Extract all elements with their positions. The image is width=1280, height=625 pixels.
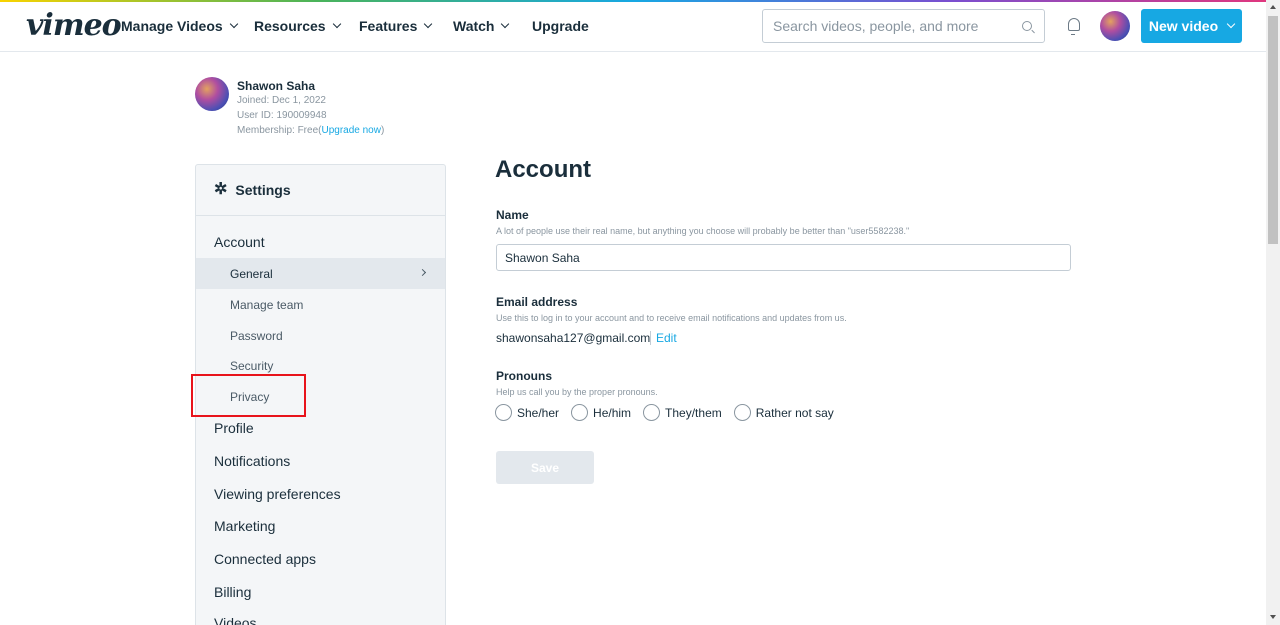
sidebar-item-videos[interactable]: Videos	[214, 615, 257, 625]
nav-resources[interactable]: Resources	[254, 18, 341, 34]
sidebar-item-manage-team[interactable]: Manage team	[196, 289, 445, 320]
scroll-down-arrow-icon[interactable]	[1270, 615, 1276, 619]
pronoun-option-they-them[interactable]: They/them	[643, 404, 722, 421]
chevron-down-icon	[1226, 19, 1236, 29]
sidebar-item-general[interactable]: General	[196, 258, 445, 289]
highlight-box	[191, 374, 306, 417]
new-video-button[interactable]: New video	[1141, 9, 1242, 43]
radio-button[interactable]	[571, 404, 589, 421]
chevron-down-icon	[332, 19, 341, 29]
vimeo-logo[interactable]: vimeo	[26, 8, 122, 43]
sidebar-item-connected-apps[interactable]: Connected apps	[214, 551, 316, 567]
settings-header: ✲ Settings	[196, 165, 445, 216]
sidebar-item-notifications[interactable]: Notifications	[214, 453, 290, 469]
user-avatar[interactable]	[1100, 11, 1130, 41]
sidebar-item-account[interactable]: Account	[214, 234, 265, 250]
upgrade-now-link[interactable]: Upgrade now	[321, 125, 380, 136]
pronouns-radio-group: She/her He/him They/them Rather not say	[495, 404, 834, 421]
name-label: Name	[496, 208, 529, 222]
name-input[interactable]: Shawon Saha	[496, 244, 1071, 271]
search-icon[interactable]	[1022, 21, 1032, 31]
top-navigation-bar: vimeo Manage Videos Resources Features W…	[0, 0, 1266, 52]
nav-features[interactable]: Features	[359, 18, 433, 34]
scroll-up-arrow-icon[interactable]	[1270, 5, 1276, 9]
scrollbar-thumb[interactable]	[1268, 16, 1278, 244]
bell-icon[interactable]	[1068, 18, 1080, 35]
pronouns-label: Pronouns	[496, 369, 552, 383]
nav-manage-videos[interactable]: Manage Videos	[121, 18, 238, 34]
name-help-text: A lot of people use their real name, but…	[496, 226, 910, 236]
page-title: Account	[495, 156, 591, 183]
profile-name: Shawon Saha	[237, 79, 316, 93]
gear-icon: ✲	[214, 181, 228, 198]
chevron-down-icon	[229, 19, 238, 29]
email-edit-link[interactable]: Edit	[650, 331, 677, 345]
nav-upgrade[interactable]: Upgrade	[532, 18, 589, 34]
nav-watch[interactable]: Watch	[453, 18, 510, 34]
profile-membership: Membership: Free(Upgrade now)	[237, 125, 385, 136]
sidebar-item-billing[interactable]: Billing	[214, 584, 251, 600]
email-value: shawonsaha127@gmail.com	[496, 331, 651, 345]
email-label: Email address	[496, 295, 578, 309]
pronouns-help-text: Help us call you by the proper pronouns.	[496, 387, 658, 397]
radio-button[interactable]	[643, 404, 661, 421]
save-button[interactable]: Save	[496, 451, 594, 484]
search-input[interactable]: Search videos, people, and more	[762, 9, 1045, 43]
sidebar-item-viewing-preferences[interactable]: Viewing preferences	[214, 486, 341, 502]
chevron-down-icon	[501, 19, 510, 29]
page-scrollbar[interactable]	[1266, 0, 1280, 625]
pronoun-option-she-her[interactable]: She/her	[495, 404, 559, 421]
email-help-text: Use this to log in to your account and t…	[496, 313, 847, 323]
radio-button[interactable]	[733, 404, 751, 421]
sidebar-item-marketing[interactable]: Marketing	[214, 518, 275, 534]
pronoun-option-rather-not-say[interactable]: Rather not say	[733, 404, 834, 421]
chevron-down-icon	[424, 19, 433, 29]
profile-user-id: User ID: 190009948	[237, 110, 327, 121]
chevron-right-icon	[418, 268, 427, 277]
sidebar-item-profile[interactable]: Profile	[214, 420, 254, 436]
sidebar-item-password[interactable]: Password	[196, 320, 445, 351]
brand-stripe	[0, 0, 1266, 2]
radio-button[interactable]	[495, 404, 512, 421]
pronoun-option-he-him[interactable]: He/him	[571, 404, 631, 421]
profile-joined: Joined: Dec 1, 2022	[237, 95, 326, 106]
profile-avatar	[195, 77, 229, 111]
